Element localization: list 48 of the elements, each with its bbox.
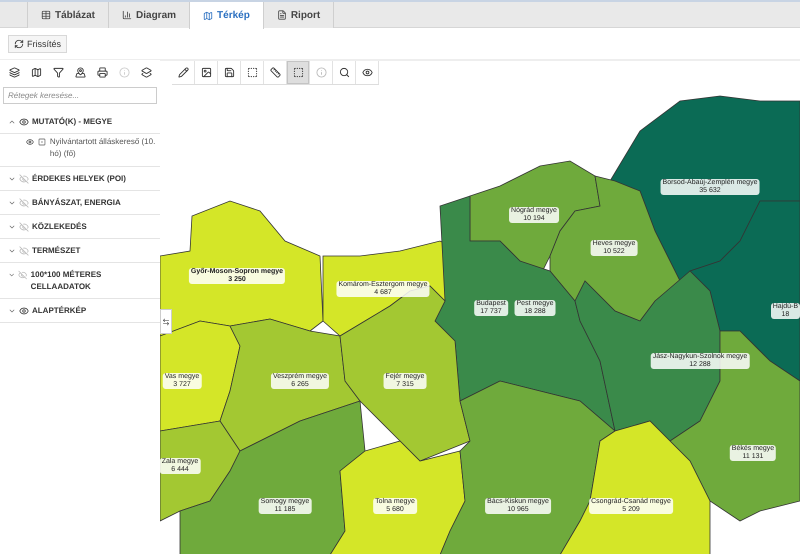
eye-icon[interactable] — [19, 306, 29, 316]
tab[interactable]: Riport — [262, 2, 334, 28]
layer-group-label[interactable]: ALAPTÉRKÉP — [32, 305, 86, 317]
map[interactable] — [160, 60, 800, 554]
filter-icon[interactable] — [52, 66, 64, 78]
chevron-down-icon[interactable] — [8, 307, 16, 315]
dashed-square-icon — [292, 67, 304, 78]
layer-group-label[interactable]: BÁNYÁSZAT, ENERGIA — [32, 197, 121, 209]
tab[interactable]: Táblázat — [27, 2, 110, 28]
table-icon — [41, 10, 51, 20]
dashed-square-icon — [246, 67, 258, 78]
arrows-icon — [162, 318, 170, 326]
layers-icon[interactable] — [8, 66, 20, 78]
legend-icon — [38, 137, 46, 147]
layer-group-label[interactable]: TERMÉSZET — [32, 245, 80, 257]
eye-icon[interactable] — [19, 117, 29, 127]
layer-group-label[interactable]: MUTATÓ(K) - MEGYE — [32, 116, 112, 128]
chevron-up-icon[interactable] — [8, 118, 16, 126]
layer-label[interactable]: Nyilvántartott álláskereső (10. hó) (fő) — [50, 136, 156, 160]
eye-icon[interactable] — [26, 137, 34, 147]
layer-group-label[interactable]: ÉRDEKES HELYEK (POI) — [32, 173, 126, 185]
dashed-square-tool[interactable] — [287, 61, 310, 84]
document-icon — [276, 10, 287, 20]
layers-icon[interactable] — [140, 66, 152, 78]
map-icon[interactable] — [30, 66, 42, 78]
layer-group-label[interactable]: 100*100 MÉTERES CELLAADATOK — [30, 269, 154, 293]
image-icon — [200, 67, 212, 78]
map-pin-icon[interactable] — [74, 66, 86, 78]
chevron-down-icon[interactable] — [8, 175, 16, 183]
bar-chart-icon — [122, 10, 132, 20]
chevron-down-icon[interactable] — [8, 223, 16, 231]
refresh-button[interactable]: Frissítés — [8, 34, 68, 52]
refresh-icon — [14, 38, 24, 48]
layer-search-field[interactable]: Rétegek keresése... — [3, 87, 157, 104]
print-icon[interactable] — [96, 66, 108, 78]
chevron-down-icon[interactable] — [8, 247, 16, 255]
map-icon — [203, 10, 214, 20]
chevron-down-icon[interactable] — [8, 199, 16, 207]
chevron-down-icon[interactable] — [8, 271, 16, 279]
tab[interactable]: Térkép — [189, 2, 264, 29]
collapse-handle[interactable] — [160, 309, 172, 334]
eye-icon — [362, 67, 372, 78]
pencil-icon — [178, 67, 188, 78]
layer-group-label[interactable]: KÖZLEKEDÉS — [32, 221, 87, 233]
search-icon — [338, 67, 350, 78]
save-icon — [224, 67, 234, 78]
info-icon — [316, 67, 326, 78]
ruler-icon — [270, 67, 280, 78]
